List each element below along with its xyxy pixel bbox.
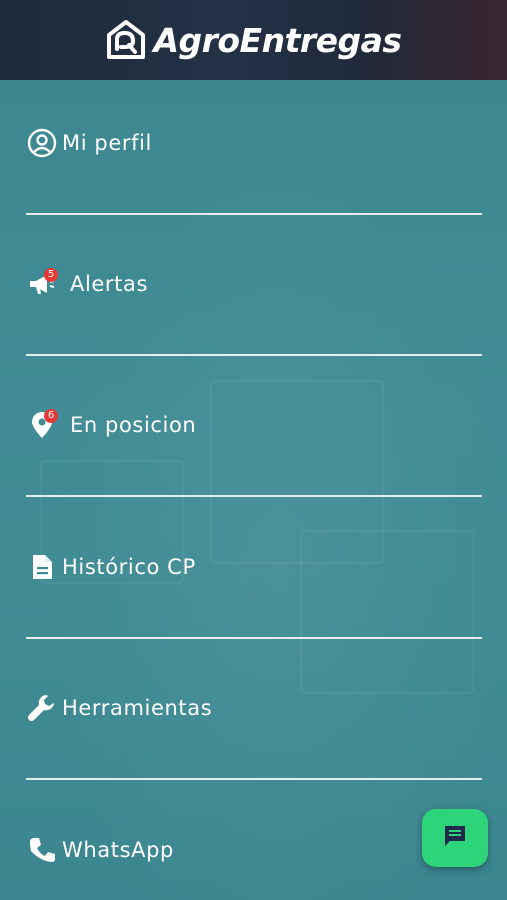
megaphone-icon: 5 [26,268,58,300]
menu-item-en-posicion[interactable]: 6 En posicion [26,405,482,445]
menu-item-label: WhatsApp [62,838,174,862]
alert-count-badge: 5 [44,268,58,282]
menu-item-herramientas[interactable]: Herramientas [26,688,482,728]
menu-item-label: Alertas [70,272,148,296]
menu-item-historico-cp[interactable]: Histórico CP [26,547,482,587]
menu-item-whatsapp[interactable]: WhatsApp [26,830,482,870]
menu-item-label: En posicion [70,413,197,437]
position-count-badge: 6 [44,409,58,423]
phone-icon [26,834,58,866]
brand-name: AgroEntregas [153,20,402,60]
brand: AgroEntregas [105,19,402,61]
house-logo-icon [105,19,147,61]
wrench-icon [26,692,58,724]
menu-item-mi-perfil[interactable]: Mi perfil [26,123,482,163]
menu-item-alertas[interactable]: 5 Alertas [26,264,482,304]
location-pin-icon: 6 [26,409,58,441]
menu-item-label: Herramientas [62,696,213,720]
divider [26,213,482,215]
divider [26,495,482,497]
app-header: AgroEntregas [0,0,507,80]
divider [26,637,482,639]
menu-item-label: Mi perfil [62,131,152,155]
menu-panel [0,80,507,900]
chat-button[interactable] [422,809,488,867]
chat-message-icon [442,823,468,853]
menu-item-label: Histórico CP [62,555,196,579]
divider [26,778,482,780]
document-icon [26,551,58,583]
divider [26,354,482,356]
account-circle-icon [26,127,58,159]
